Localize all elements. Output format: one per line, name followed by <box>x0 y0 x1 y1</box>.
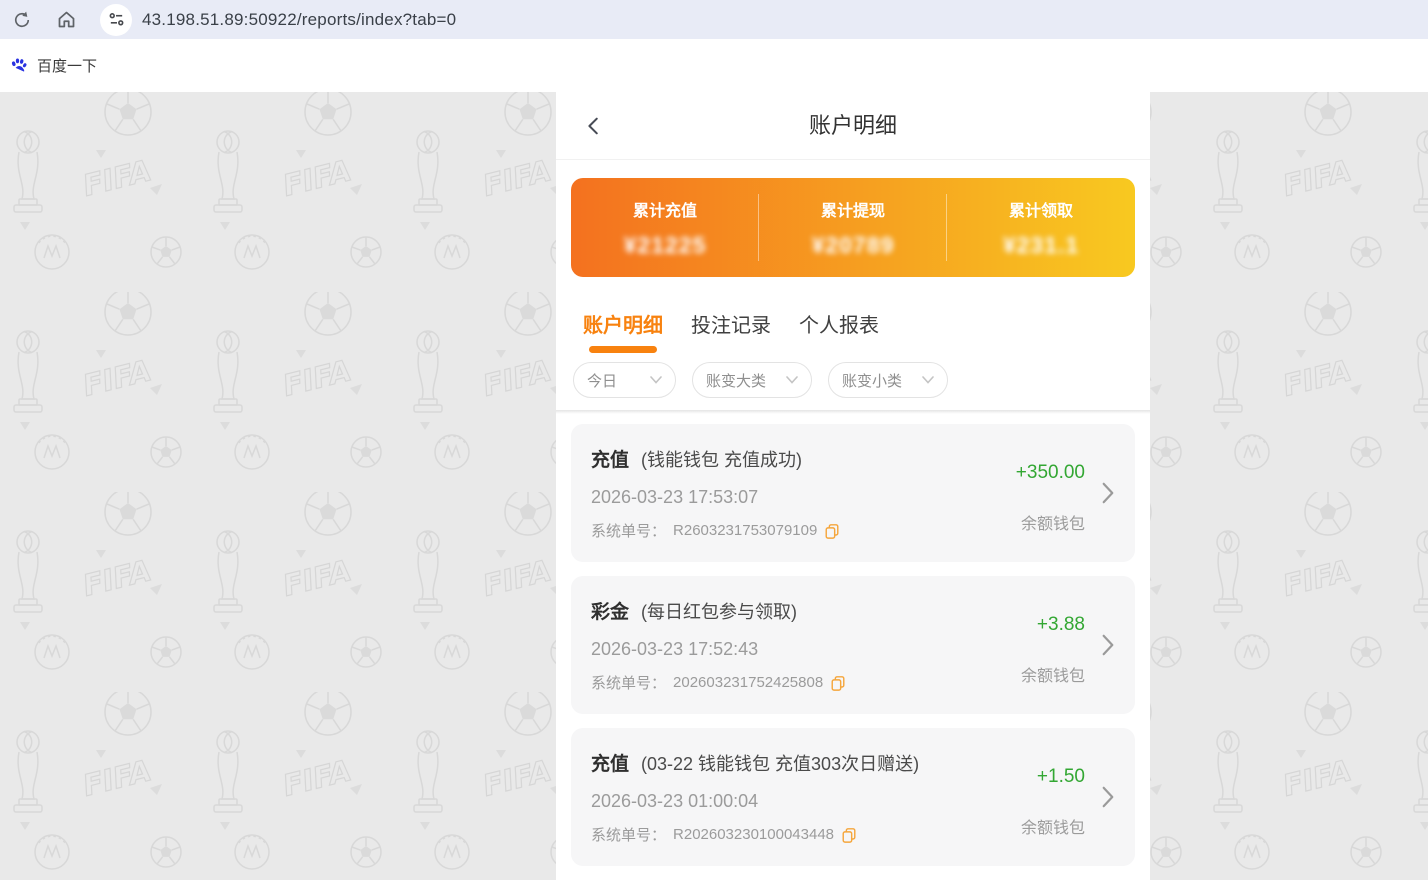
baidu-paw-icon <box>10 57 28 75</box>
txn-amount: +350.00 <box>1016 462 1085 484</box>
filter-date-dropdown[interactable]: 今日 <box>573 362 676 398</box>
transaction-list: 充值(钱能钱包 充值成功) 2026-03-23 17:53:07 系统单号：R… <box>556 414 1150 880</box>
page-title: 账户明细 <box>556 92 1150 159</box>
tab-bar: 账户明细 投注记录 个人报表 <box>583 309 1150 353</box>
copy-icon[interactable] <box>830 675 846 691</box>
tab-personal-report[interactable]: 个人报表 <box>799 309 879 353</box>
stat-total-deposit: 累计充值 ¥21225 <box>571 178 759 277</box>
site-settings-icon[interactable] <box>100 4 132 36</box>
filter-bar: 今日 账变大类 账变小类 <box>573 362 1150 398</box>
txn-wallet: 余额钱包 <box>1021 814 1085 838</box>
txn-order-number: R202603230100043448 <box>673 826 834 843</box>
filter-minor-category-dropdown[interactable]: 账变小类 <box>828 362 948 398</box>
stat-total-withdraw: 累计提现 ¥20789 <box>759 178 947 277</box>
stat-value-blurred: ¥231.1 <box>1003 232 1079 259</box>
tab-account-details[interactable]: 账户明细 <box>583 309 663 353</box>
chevron-down-icon <box>650 376 662 384</box>
app-panel: 账户明细 累计充值 ¥21225 累计提现 ¥20789 累计领取 ¥231.1… <box>556 92 1150 880</box>
txn-order-label: 系统单号： <box>591 520 666 541</box>
txn-description: (钱能钱包 充值成功) <box>641 450 802 470</box>
chevron-right-icon[interactable] <box>1101 482 1115 504</box>
chevron-right-icon[interactable] <box>1101 786 1115 808</box>
stat-total-claimed: 累计领取 ¥231.1 <box>947 178 1135 277</box>
txn-type: 充值 <box>591 450 629 471</box>
chevron-down-icon <box>922 376 934 384</box>
app-header: 账户明细 <box>556 92 1150 160</box>
chevron-right-icon[interactable] <box>1101 634 1115 656</box>
txn-wallet: 余额钱包 <box>1016 510 1085 534</box>
txn-wallet: 余额钱包 <box>1021 662 1085 686</box>
filter-major-category-dropdown[interactable]: 账变大类 <box>692 362 812 398</box>
txn-order-label: 系统单号： <box>591 824 666 845</box>
txn-type: 充值 <box>591 754 629 775</box>
tab-bet-records[interactable]: 投注记录 <box>691 309 771 353</box>
transaction-row[interactable]: 彩金(每日红包参与领取) 2026-03-23 17:52:43 系统单号：20… <box>571 576 1135 714</box>
txn-order-label: 系统单号： <box>591 672 666 693</box>
browser-toolbar: 43.198.51.89:50922/reports/index?tab=0 <box>0 0 1428 39</box>
chevron-down-icon <box>786 376 798 384</box>
txn-type: 彩金 <box>591 602 629 623</box>
stat-value-blurred: ¥20789 <box>812 232 895 259</box>
copy-icon[interactable] <box>824 523 840 539</box>
transaction-row[interactable]: 充值(钱能钱包 充值成功) 2026-03-23 17:53:07 系统单号：R… <box>571 424 1135 562</box>
reload-icon[interactable] <box>10 8 34 32</box>
txn-amount: +3.88 <box>1021 614 1085 636</box>
txn-description: (03-22 钱能钱包 充值303次日赠送) <box>641 754 919 774</box>
url-bar[interactable]: 43.198.51.89:50922/reports/index?tab=0 <box>142 10 456 30</box>
totals-card: 累计充值 ¥21225 累计提现 ¥20789 累计领取 ¥231.1 <box>571 178 1135 277</box>
bookmark-label: 百度一下 <box>37 55 97 76</box>
home-icon[interactable] <box>54 8 78 32</box>
page-background: FIFA <box>0 92 1428 880</box>
back-button[interactable] <box>583 115 605 137</box>
chevron-left-icon <box>583 115 605 137</box>
stat-value-blurred: ¥21225 <box>624 232 707 259</box>
txn-order-number: 202603231752425808 <box>673 674 823 691</box>
txn-amount: +1.50 <box>1021 766 1085 788</box>
bookmarks-bar: 百度一下 <box>0 39 1428 92</box>
txn-description: (每日红包参与领取) <box>641 602 797 622</box>
bookmark-baidu[interactable]: 百度一下 <box>10 55 97 76</box>
txn-order-number: R2603231753079109 <box>673 522 817 539</box>
copy-icon[interactable] <box>841 827 857 843</box>
transaction-row[interactable]: 充值(03-22 钱能钱包 充值303次日赠送) 2026-03-23 01:0… <box>571 728 1135 866</box>
